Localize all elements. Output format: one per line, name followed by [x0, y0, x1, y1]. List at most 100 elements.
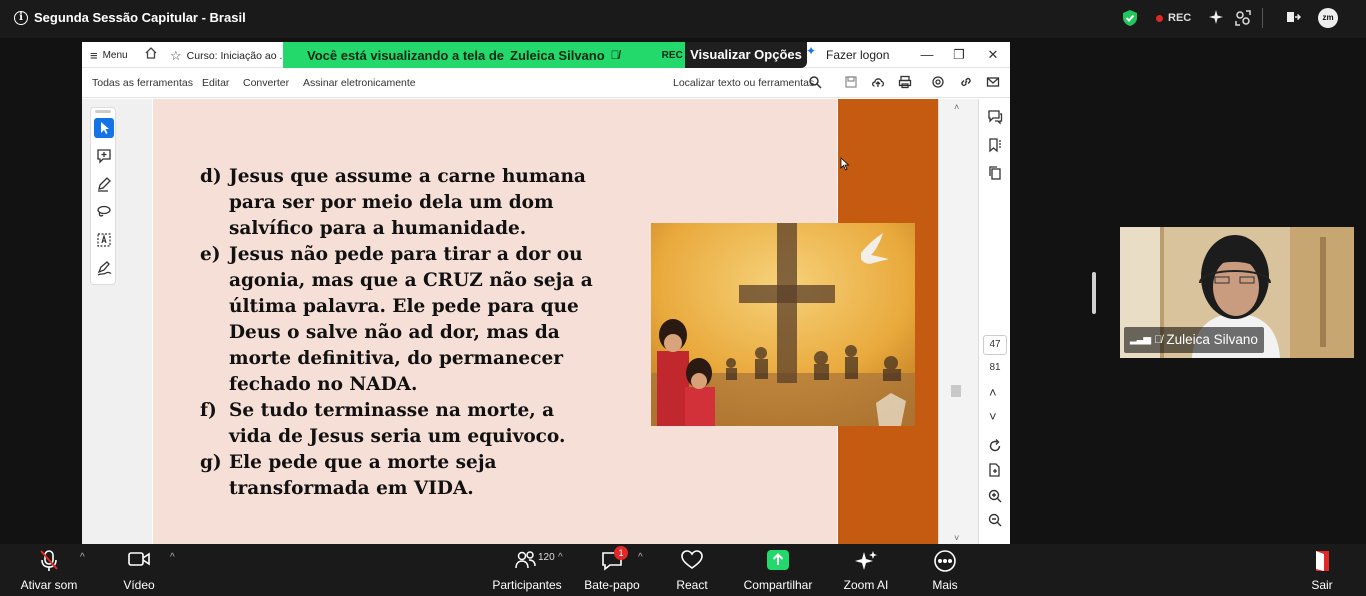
save-icon[interactable] — [844, 75, 858, 89]
zoom-out-icon[interactable] — [987, 512, 1003, 528]
item-e-line: última palavra. Ele pede para que — [229, 296, 579, 317]
cloud-upload-icon[interactable] — [871, 75, 885, 89]
text-box-tool-icon[interactable] — [94, 230, 114, 250]
item-e-line: agonia, mas que a CRUZ não seja a — [229, 270, 593, 291]
sign-tool-icon[interactable] — [94, 258, 114, 278]
scroll-thumb[interactable] — [951, 385, 961, 397]
participants-count: 120 — [538, 552, 555, 563]
banner-rec-label: REC — [661, 49, 683, 61]
restore-icon[interactable]: ❐ — [948, 45, 970, 65]
video-options-chevron-icon[interactable]: ^ — [170, 552, 175, 563]
page-number-input[interactable]: 47 — [983, 335, 1007, 355]
menu-button[interactable]: ≡ Menu — [90, 48, 128, 63]
rotate-icon[interactable] — [987, 438, 1003, 454]
comments-icon[interactable] — [987, 109, 1003, 125]
shield-icon[interactable] — [1122, 9, 1138, 27]
view-options-button[interactable]: Visualizar Opções — [685, 42, 807, 68]
toolbox-handle[interactable] — [95, 110, 111, 113]
item-g-line: Ele pede que a morte seja — [229, 452, 497, 473]
item-d-line: salvífico para a humanidade. — [229, 218, 527, 239]
document-scrollbar[interactable]: ˄ ˅ — [938, 99, 978, 544]
pen-tool-icon[interactable] — [94, 174, 114, 194]
react-button[interactable]: React — [670, 544, 714, 596]
participants-options-chevron-icon[interactable]: ^ — [558, 552, 563, 563]
mic-off-icon — [40, 550, 58, 571]
document-tab-label: Curso: Iniciação ao ... — [186, 50, 289, 62]
signal-icon: ▂▃▅ — [1130, 334, 1151, 345]
next-page-icon[interactable]: ˅ — [989, 409, 997, 424]
recording-indicator[interactable]: REC — [1156, 12, 1191, 24]
minimize-icon[interactable]: — — [916, 45, 938, 65]
sign-button[interactable]: Assinar eletronicamente — [303, 77, 416, 89]
leave-button[interactable]: Sair — [1302, 544, 1342, 596]
mail-icon[interactable] — [986, 75, 1000, 89]
home-icon[interactable] — [144, 46, 158, 63]
video-button[interactable]: Vídeo — [110, 544, 168, 596]
acrobat-right-panel: 47 81 ˄ ˅ — [978, 99, 1010, 544]
chat-options-chevron-icon[interactable]: ^ — [638, 552, 643, 563]
rec-dot-icon — [1156, 14, 1163, 22]
participant-video-tile[interactable]: ▂▃▅ 🎙̸ Zuleica Silvano — [1120, 227, 1354, 358]
react-label: React — [676, 578, 708, 592]
share-screen-label: Compartilhar — [743, 578, 813, 592]
item-e-line: Deus o salve não ad dor, mas da — [229, 322, 560, 343]
item-f-line: Se tudo terminasse na morte, a — [229, 400, 555, 421]
meeting-title[interactable]: i Segunda Sessão Capitular - Brasil — [14, 10, 246, 25]
lasso-tool-icon[interactable] — [94, 202, 114, 222]
cross-photo — [651, 223, 915, 426]
search-tools-input[interactable]: Localizar texto ou ferramentas — [673, 77, 814, 89]
acrobat-left-panel — [82, 99, 152, 544]
participants-icon — [515, 551, 536, 569]
zoom-ai-button[interactable]: Zoom AI — [838, 544, 894, 596]
scroll-up-icon[interactable]: ˄ — [954, 102, 959, 112]
item-d-line: Jesus que assume a carne humana — [229, 166, 586, 187]
zoom-in-icon[interactable] — [987, 488, 1003, 504]
panel-resize-handle[interactable] — [1092, 272, 1096, 314]
sparkle-icon[interactable] — [1208, 9, 1224, 25]
close-icon[interactable]: ✕ — [982, 45, 1004, 65]
item-e-line: morte definitiva, do permanecer — [229, 348, 563, 369]
exit-fullscreen-icon[interactable] — [1285, 9, 1301, 25]
share-screen-icon — [767, 550, 789, 570]
chat-button[interactable]: 1 Bate-papo — [580, 544, 644, 596]
item-d-line: para ser por meio dela um dom — [229, 192, 554, 213]
edit-button[interactable]: Editar — [202, 77, 229, 89]
scroll-down-icon[interactable]: ˅ — [954, 533, 959, 543]
audio-options-chevron-icon[interactable]: ^ — [80, 552, 85, 563]
item-e-line: fechado no NADA. — [229, 374, 418, 395]
menu-label: Menu — [102, 50, 128, 61]
page-total: 81 — [989, 362, 1001, 373]
share-screen-button[interactable]: Compartilhar — [740, 544, 816, 596]
search-icon[interactable] — [808, 75, 822, 89]
item-g-line: transformada em VIDA. — [229, 478, 474, 499]
zoom-ai-label: Zoom AI — [843, 578, 889, 592]
unmute-button[interactable]: Ativar som — [14, 544, 84, 596]
previous-page-icon[interactable]: ˄ — [989, 385, 997, 400]
chat-label: Bate-papo — [584, 578, 640, 592]
find-replace-icon[interactable] — [931, 75, 945, 89]
heart-icon — [681, 550, 703, 569]
bookmark-icon[interactable] — [987, 137, 1003, 153]
rec-label: REC — [1168, 12, 1192, 24]
participant-name-tag: ▂▃▅ 🎙̸ Zuleica Silvano — [1124, 327, 1264, 353]
all-tools-button[interactable]: Todas as ferramentas — [92, 77, 193, 89]
extract-page-icon[interactable] — [987, 462, 1003, 478]
gallery-view-icon[interactable] — [1234, 9, 1252, 27]
zoom-avatar-icon[interactable]: zm — [1318, 8, 1338, 28]
participants-button[interactable]: 120 Participantes — [490, 544, 564, 596]
document-tab[interactable]: ☆ Curso: Iniciação ao ... — [170, 48, 288, 64]
share-banner-prefix: Você está visualizando a tela de — [307, 47, 505, 63]
login-button[interactable]: Fazer logon — [826, 48, 889, 62]
link-icon[interactable] — [959, 75, 973, 89]
comment-tool-icon[interactable] — [94, 146, 114, 166]
info-icon[interactable]: i — [14, 10, 28, 25]
participant-name: Zuleica Silvano — [1166, 332, 1258, 347]
star-icon[interactable]: ☆ — [170, 48, 182, 64]
convert-button[interactable]: Converter — [243, 77, 289, 89]
select-tool-icon[interactable] — [94, 118, 114, 138]
pages-icon[interactable] — [987, 165, 1003, 181]
video-label: Vídeo — [123, 578, 155, 592]
mouse-cursor-icon — [840, 157, 850, 171]
print-icon[interactable] — [898, 75, 912, 89]
more-button[interactable]: Mais — [922, 544, 968, 596]
